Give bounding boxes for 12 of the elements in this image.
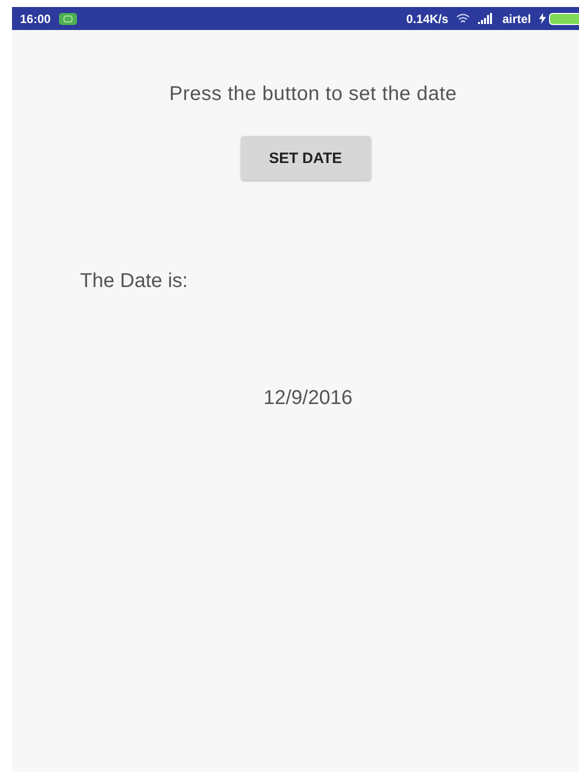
wifi-icon	[456, 13, 470, 24]
charging-icon	[539, 13, 546, 24]
notification-icon	[58, 12, 77, 24]
network-speed: 0.14K/s	[406, 12, 448, 26]
instruction-text: Press the button to set the date	[169, 83, 457, 106]
clock-time: 16:00	[20, 12, 51, 26]
carrier-name: airtel	[502, 12, 531, 26]
date-value: 12/9/2016	[264, 387, 352, 410]
date-label: The Date is:	[80, 270, 189, 293]
battery-icon	[549, 12, 579, 24]
set-date-button[interactable]: SET DATE	[240, 136, 370, 180]
signal-icon	[478, 13, 494, 24]
